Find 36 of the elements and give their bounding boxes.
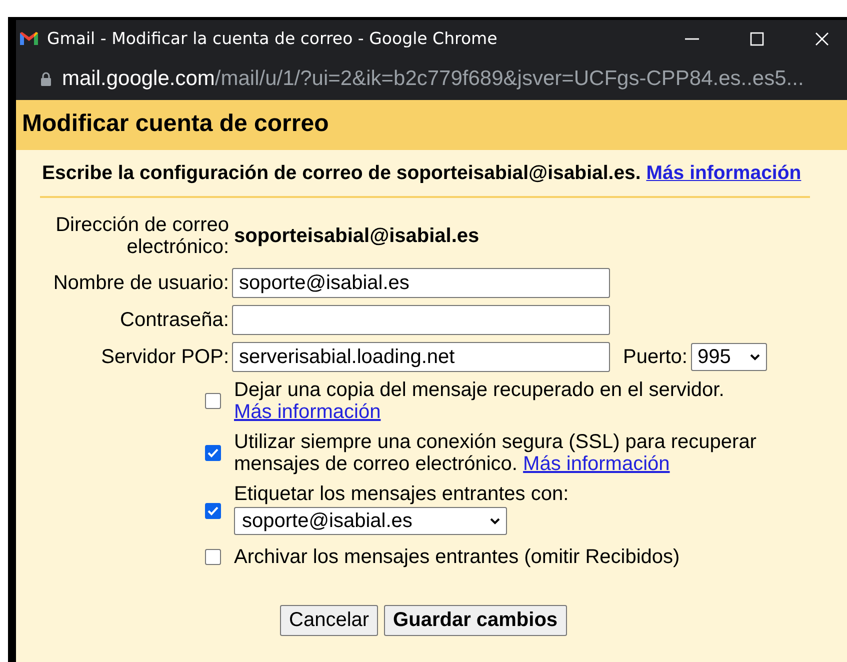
input-field[interactable] <box>232 305 610 335</box>
option-label: Archivar los mensajes entrantes (omitir Recibidos) <box>234 546 681 568</box>
option-label: Etiquetar los mensajes entrantes con: <box>234 483 570 505</box>
checkmark-icon <box>207 506 219 516</box>
field-label: Servidor POP: <box>101 346 229 368</box>
field-label: Contraseña: <box>120 308 229 330</box>
field-label: Nombre de usuario: <box>53 272 229 294</box>
maximize-icon <box>750 32 764 46</box>
chevron-down-icon <box>489 516 501 526</box>
option-label: Dejar una copia del mensaje recuperado en el servidor. Más información <box>234 379 726 423</box>
label-select[interactable]: soporte@isabial.es <box>234 507 507 535</box>
intro-text: Escribe la configuración de correo de soporteisabial@isabial.es. Más información <box>40 150 810 198</box>
checkbox[interactable] <box>205 502 221 518</box>
lock-icon <box>40 72 52 86</box>
dialog-heading: Modificar cuenta de correo <box>16 100 847 150</box>
more-info-link[interactable]: Más información <box>646 162 802 184</box>
close-icon <box>815 32 829 46</box>
checkbox[interactable] <box>205 445 221 461</box>
input-field[interactable]: soporte@isabial.es <box>232 268 610 298</box>
field-label: Puerto: <box>623 346 688 368</box>
more-info-link[interactable]: Más información <box>523 453 670 475</box>
checkmark-icon <box>207 448 219 458</box>
input-field[interactable]: serverisabial.loading.net <box>232 342 610 372</box>
save-button[interactable]: Guardar cambios <box>384 605 567 636</box>
cancel-button[interactable]: Cancelar <box>280 605 378 636</box>
option-label: Utilizar siempre una conexión segura (SSL) para recuperar mensajes de correo electrónico. Más información <box>234 431 758 475</box>
chevron-down-icon <box>749 352 762 362</box>
checkbox[interactable] <box>205 393 221 409</box>
field-label: Dirección de correo electrónico: <box>54 214 229 258</box>
email-address: soporteisabial@isabial.es <box>234 225 480 248</box>
window-title: Gmail - Modificar la cuenta de correo - Google Chrome <box>47 29 498 48</box>
port-select[interactable]: 995 <box>691 343 768 371</box>
minimize-icon <box>685 38 699 40</box>
checkbox[interactable] <box>205 549 221 565</box>
gmail-logo-icon <box>19 31 39 46</box>
more-info-link[interactable]: Más información <box>234 401 381 423</box>
